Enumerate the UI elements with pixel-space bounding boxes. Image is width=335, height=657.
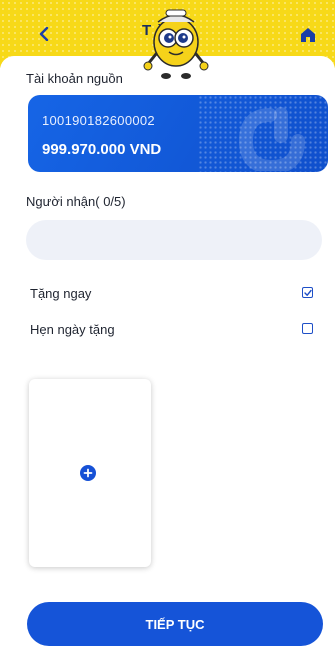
- schedule-gift-checkbox[interactable]: [302, 323, 313, 334]
- plus-circle-icon: [80, 465, 96, 481]
- option-label-gift-now: Tặng ngay: [30, 286, 92, 301]
- account-number: 100190182600002: [42, 113, 155, 128]
- recipient-label: Người nhận( 0/5): [26, 194, 126, 209]
- checkmark-icon: [303, 289, 312, 296]
- account-balance: 999.970.000 VND: [42, 141, 162, 158]
- home-button[interactable]: [299, 26, 317, 44]
- continue-button[interactable]: TIẾP TỤC: [27, 602, 323, 646]
- option-label-schedule-gift: Hẹn ngày tặng: [30, 322, 115, 337]
- back-button[interactable]: [36, 24, 52, 44]
- mascot-icon: [143, 9, 209, 79]
- source-account-label: Tài khoản nguồn: [26, 71, 123, 86]
- source-account-card[interactable]: 100190182600002 999.970.000 VND: [28, 95, 328, 172]
- recipient-input[interactable]: [26, 220, 322, 260]
- add-card-slot[interactable]: [29, 379, 151, 567]
- gift-now-checkbox[interactable]: [302, 287, 313, 298]
- card-logo-decoration: [238, 107, 305, 171]
- home-icon: [301, 28, 315, 42]
- chevron-left-icon: [39, 27, 49, 41]
